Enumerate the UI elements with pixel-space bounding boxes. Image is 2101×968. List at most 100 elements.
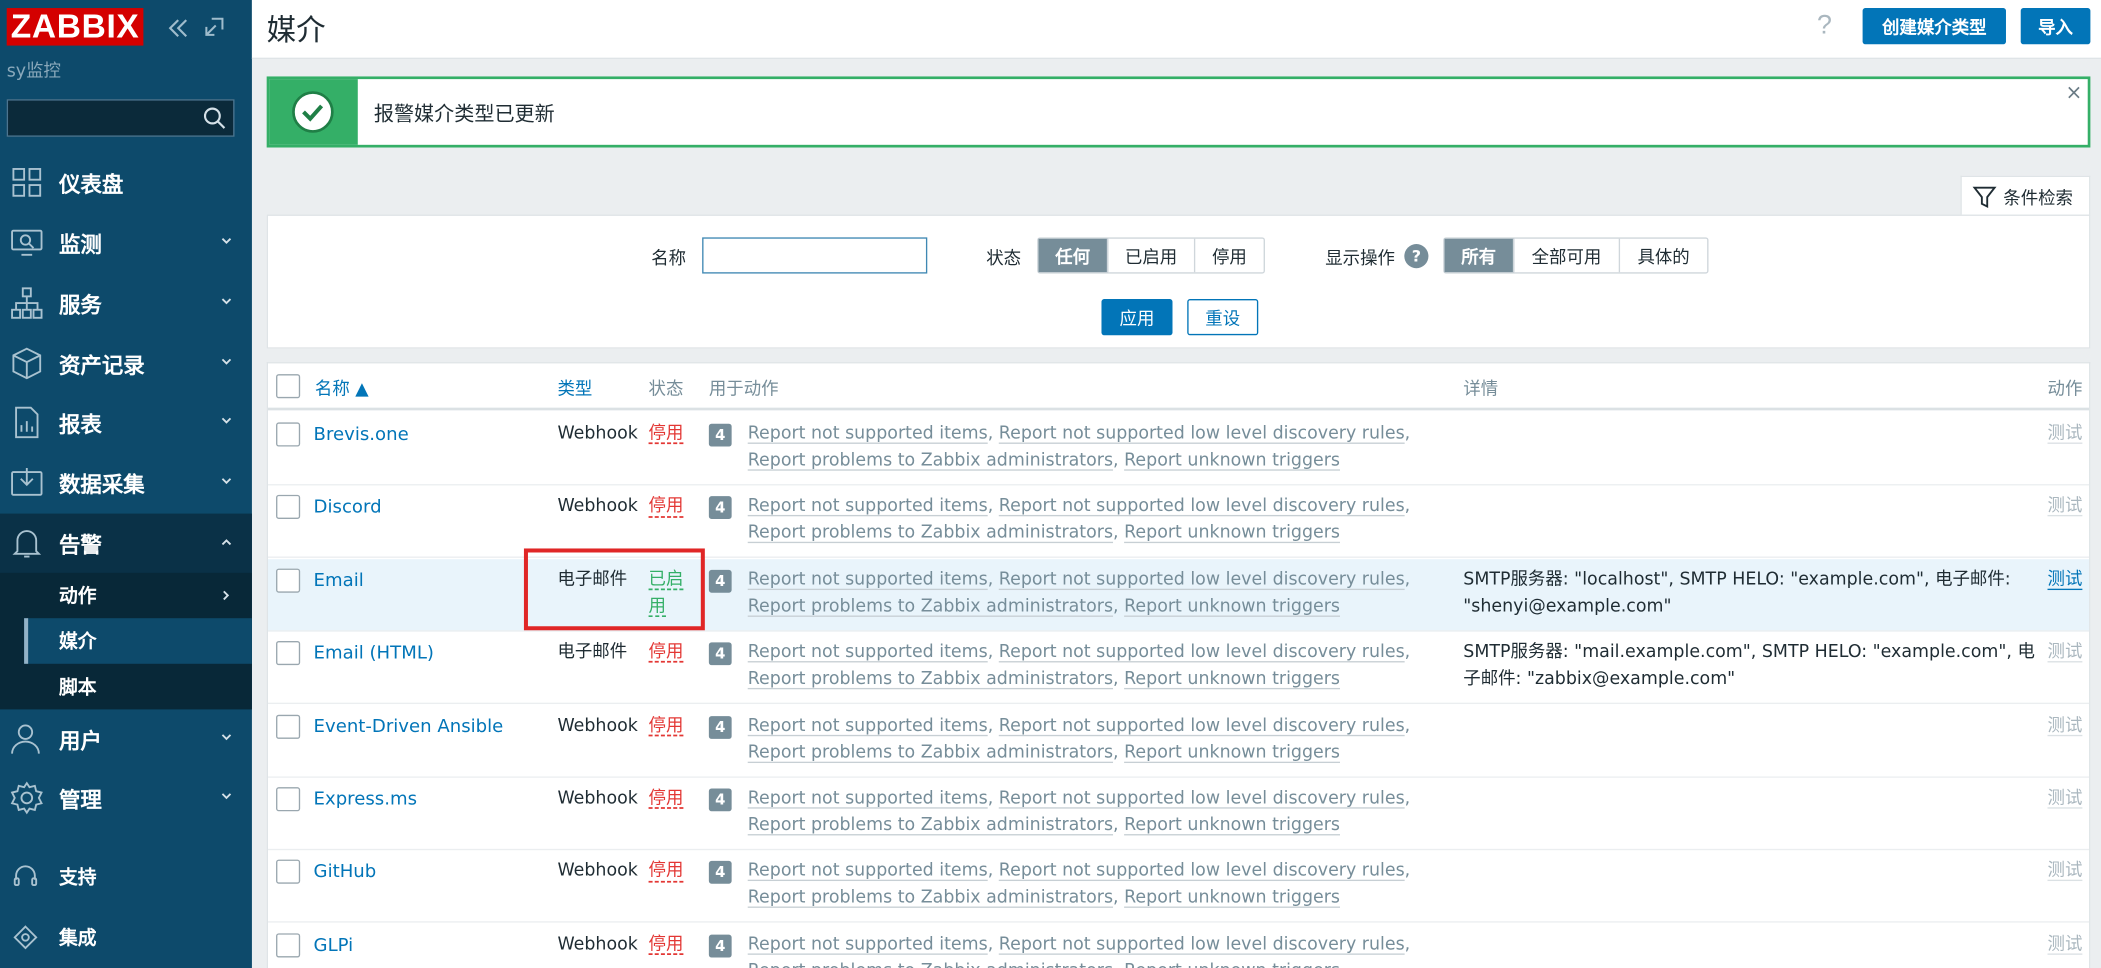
- sidebar-item-inventory[interactable]: 资产记录: [0, 334, 252, 393]
- test-link[interactable]: 测试: [2048, 494, 2083, 521]
- action-link[interactable]: Report not supported items: [748, 789, 988, 809]
- action-link[interactable]: Report not supported low level discovery…: [999, 643, 1405, 663]
- sidebar-item-administration[interactable]: 管理: [0, 768, 252, 827]
- help-button[interactable]: ?: [1817, 11, 1832, 42]
- action-link[interactable]: Report not supported items: [748, 934, 988, 954]
- action-link[interactable]: Report problems to Zabbix administrators: [748, 815, 1113, 835]
- action-link[interactable]: Report not supported items: [748, 716, 988, 736]
- action-link[interactable]: Report not supported low level discovery…: [999, 497, 1405, 517]
- action-link[interactable]: Report problems to Zabbix administrators: [748, 961, 1113, 968]
- test-link[interactable]: 测试: [2048, 932, 2083, 959]
- select-all-checkbox[interactable]: [276, 374, 301, 399]
- action-link[interactable]: Report problems to Zabbix administrators: [748, 742, 1113, 762]
- help-icon[interactable]: ?: [1404, 244, 1429, 269]
- row-checkbox[interactable]: [276, 568, 301, 593]
- action-link[interactable]: Report not supported low level discovery…: [999, 570, 1405, 590]
- status-toggle[interactable]: 停用: [649, 421, 695, 448]
- column-type-sort[interactable]: 类型: [557, 374, 592, 400]
- status-toggle[interactable]: 停用: [649, 932, 695, 959]
- test-link[interactable]: 测试: [2048, 421, 2083, 448]
- sidebar-subitem-media[interactable]: 媒介: [24, 618, 252, 664]
- action-link[interactable]: Report unknown triggers: [1124, 524, 1340, 544]
- zabbix-logo[interactable]: ZABBIX: [6, 8, 144, 46]
- media-type-name-link[interactable]: Event-Driven Ansible: [314, 713, 504, 740]
- action-link[interactable]: Report not supported low level discovery…: [999, 716, 1405, 736]
- sidebar-subitem-actions[interactable]: 动作: [24, 573, 252, 619]
- row-checkbox[interactable]: [276, 787, 301, 812]
- action-link[interactable]: Report unknown triggers: [1124, 596, 1340, 616]
- test-link[interactable]: 测试: [2048, 786, 2083, 813]
- test-link[interactable]: 测试: [2048, 567, 2083, 594]
- action-link[interactable]: Report problems to Zabbix administrators: [748, 888, 1113, 908]
- action-link[interactable]: Report not supported low level discovery…: [999, 424, 1405, 444]
- sidebar-item-dashboards[interactable]: 仪表盘: [0, 153, 252, 212]
- action-link[interactable]: Report problems to Zabbix administrators: [748, 524, 1113, 544]
- search-icon[interactable]: [202, 106, 226, 130]
- reset-button[interactable]: 重设: [1187, 299, 1259, 336]
- close-icon[interactable]: ×: [2066, 80, 2083, 104]
- status-toggle[interactable]: 停用: [649, 494, 695, 521]
- import-button[interactable]: 导入: [2020, 8, 2091, 45]
- kiosk-mode-icon[interactable]: [204, 16, 225, 43]
- filter-tab[interactable]: 条件检索: [1960, 175, 2091, 216]
- action-link[interactable]: Report not supported items: [748, 424, 988, 444]
- action-link[interactable]: Report problems to Zabbix administrators: [748, 451, 1113, 471]
- action-link[interactable]: Report unknown triggers: [1124, 888, 1340, 908]
- media-type-name-link[interactable]: GitHub: [314, 859, 377, 886]
- sidebar-item-users[interactable]: 用户: [0, 709, 252, 768]
- sidebar-subitem-scripts[interactable]: 脚本: [24, 664, 252, 710]
- action-link[interactable]: Report not supported items: [748, 861, 988, 881]
- sidebar-item-alerts[interactable]: 告警: [0, 513, 252, 573]
- media-type-name-link[interactable]: Email (HTML): [314, 640, 434, 667]
- row-checkbox[interactable]: [276, 860, 301, 885]
- status-toggle[interactable]: 停用: [649, 786, 695, 813]
- actions-option-specific[interactable]: 具体的: [1620, 239, 1707, 273]
- media-type-name-link[interactable]: GLPi: [314, 932, 354, 959]
- action-link[interactable]: Report not supported items: [748, 643, 988, 663]
- action-link[interactable]: Report problems to Zabbix administrators: [748, 669, 1113, 689]
- status-option-enabled[interactable]: 已启用: [1108, 238, 1196, 273]
- row-checkbox[interactable]: [276, 641, 301, 666]
- collapse-sidebar-icon[interactable]: [166, 16, 190, 46]
- action-link[interactable]: Report not supported low level discovery…: [999, 789, 1405, 809]
- status-option-any[interactable]: 任何: [1038, 238, 1109, 273]
- media-type-name-link[interactable]: Discord: [314, 494, 382, 521]
- row-checkbox[interactable]: [276, 714, 301, 739]
- apply-button[interactable]: 应用: [1101, 299, 1173, 336]
- action-link[interactable]: Report unknown triggers: [1124, 961, 1340, 968]
- column-name-sort[interactable]: 名称 ▲: [315, 374, 369, 400]
- media-type-name-link[interactable]: Email: [314, 567, 364, 594]
- action-link[interactable]: Report not supported items: [748, 497, 988, 517]
- status-option-disabled[interactable]: 停用: [1195, 239, 1263, 273]
- status-toggle[interactable]: 停用: [649, 859, 695, 886]
- sidebar-item-monitoring[interactable]: 监测: [0, 213, 252, 272]
- sidebar-item-reports[interactable]: 报表: [0, 393, 252, 452]
- row-checkbox[interactable]: [276, 495, 301, 520]
- action-link[interactable]: Report problems to Zabbix administrators: [748, 596, 1113, 616]
- sidebar-item-data-collection[interactable]: 数据采集: [0, 453, 252, 512]
- sidebar-item-services[interactable]: 服务: [0, 274, 252, 333]
- media-type-name-link[interactable]: Brevis.one: [314, 421, 409, 448]
- test-link[interactable]: 测试: [2048, 713, 2083, 740]
- action-link[interactable]: Report unknown triggers: [1124, 815, 1340, 835]
- name-filter-input[interactable]: [702, 237, 928, 274]
- media-type-name-link[interactable]: Express.ms: [314, 786, 417, 813]
- status-toggle[interactable]: 停用: [649, 713, 695, 740]
- action-link[interactable]: Report not supported low level discovery…: [999, 861, 1405, 881]
- sidebar-search-input[interactable]: [6, 99, 235, 137]
- actions-option-all[interactable]: 所有: [1444, 238, 1515, 273]
- create-media-type-button[interactable]: 创建媒介类型: [1862, 8, 2006, 45]
- action-link[interactable]: Report not supported low level discovery…: [999, 934, 1405, 954]
- action-link[interactable]: Report unknown triggers: [1124, 742, 1340, 762]
- actions-option-available[interactable]: 全部可用: [1514, 238, 1621, 273]
- action-link[interactable]: Report unknown triggers: [1124, 669, 1340, 689]
- action-link[interactable]: Report not supported items: [748, 570, 988, 590]
- action-link[interactable]: Report unknown triggers: [1124, 451, 1340, 471]
- sidebar-item-integrations[interactable]: 集成: [0, 909, 252, 963]
- test-link[interactable]: 测试: [2048, 859, 2083, 886]
- status-toggle[interactable]: 停用: [649, 640, 695, 667]
- row-checkbox[interactable]: [276, 933, 301, 958]
- row-checkbox[interactable]: [276, 422, 301, 447]
- sidebar-item-support[interactable]: 支持: [0, 849, 252, 903]
- test-link[interactable]: 测试: [2048, 640, 2083, 667]
